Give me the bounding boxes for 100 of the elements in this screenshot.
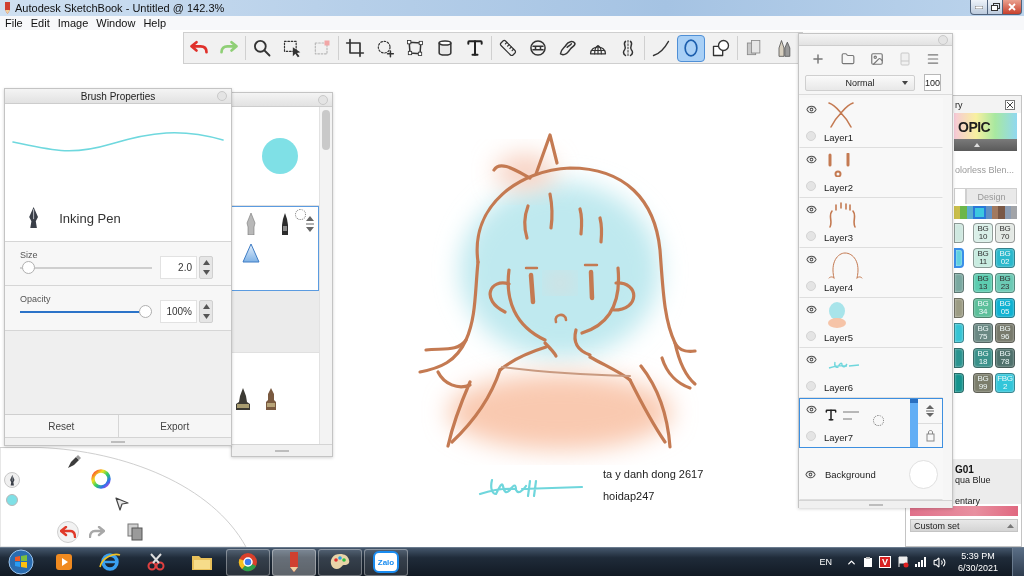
color-wheel-icon[interactable] <box>91 469 111 489</box>
menu-item[interactable]: File <box>1 16 27 30</box>
eye-icon[interactable] <box>805 468 816 480</box>
color-swatch[interactable]: BG 13 <box>973 273 993 293</box>
volume-icon[interactable] <box>932 555 946 569</box>
scrollbar-thumb[interactable] <box>322 110 330 150</box>
eye-icon[interactable] <box>805 254 817 265</box>
up-down-arrows-icon[interactable] <box>305 215 315 233</box>
color-swatch[interactable]: BG 70 <box>995 223 1015 243</box>
radio-circle[interactable] <box>806 181 816 191</box>
color-family-swatch[interactable] <box>992 206 999 219</box>
resize-grip[interactable] <box>868 503 883 506</box>
layers-icon[interactable] <box>127 523 143 541</box>
eye-icon[interactable] <box>805 104 817 115</box>
radio-circle[interactable] <box>806 131 816 141</box>
layer-row[interactable]: Layer2 <box>799 148 943 198</box>
redo-icon[interactable] <box>89 526 105 538</box>
blend-mode-dropdown[interactable]: Normal <box>805 74 915 91</box>
color-swatch[interactable] <box>954 273 964 293</box>
menu-item[interactable]: Image <box>53 16 93 30</box>
clock[interactable]: 5:39 PM 6/30/2021 <box>957 550 998 574</box>
brush-set-card[interactable] <box>232 353 319 444</box>
opacity-slider[interactable] <box>20 304 152 319</box>
color-family-swatch[interactable] <box>960 206 967 219</box>
down-triangle-icon[interactable] <box>202 314 210 320</box>
signal-icon[interactable] <box>914 557 927 567</box>
eye-icon[interactable] <box>805 354 817 365</box>
color-family-swatch[interactable] <box>998 206 1005 219</box>
color-family-swatch[interactable] <box>966 206 973 219</box>
layer-row[interactable]: Layer6 <box>799 348 943 398</box>
layer-tile-icon[interactable] <box>900 51 911 66</box>
down-triangle-icon[interactable] <box>202 270 210 276</box>
color-swatch[interactable]: BG 10 <box>973 223 993 243</box>
input-method-icon[interactable]: V <box>878 556 891 568</box>
slider-thumb[interactable] <box>22 260 36 274</box>
resize-grip[interactable] <box>275 449 289 452</box>
radio-circle[interactable] <box>806 331 816 341</box>
menu-item[interactable]: Window <box>92 16 140 30</box>
flag-icon[interactable] <box>896 556 909 568</box>
color-swatch[interactable]: BG 23 <box>995 273 1015 293</box>
layer-row[interactable]: Layer1 <box>799 98 943 148</box>
taskbar-button[interactable] <box>226 548 270 576</box>
color-swatch[interactable]: BG 99 <box>973 373 993 393</box>
color-swatch[interactable]: BG 18 <box>973 348 993 368</box>
pen-icon[interactable] <box>66 454 82 470</box>
brush-tip-icon[interactable] <box>235 387 251 410</box>
triangle-icon[interactable] <box>242 243 260 263</box>
color-family-swatch[interactable] <box>1010 206 1017 219</box>
lock-icon[interactable] <box>925 428 935 442</box>
color-swatch[interactable]: BG 11 <box>973 248 993 268</box>
taskbar-button[interactable]: Zalo <box>364 548 408 576</box>
menu-icon[interactable] <box>926 51 941 66</box>
opacity-field[interactable]: 100% <box>160 300 197 323</box>
layer-row[interactable]: Background <box>799 448 943 500</box>
opacity-field[interactable]: 100 <box>924 74 941 91</box>
custom-set-dropdown[interactable]: Custom set <box>910 519 1018 532</box>
clipboard-icon[interactable] <box>862 556 873 568</box>
size-slider[interactable] <box>20 260 152 275</box>
minimize-icon[interactable] <box>975 5 983 9</box>
close-button[interactable] <box>1002 0 1022 15</box>
radio-circle[interactable] <box>806 381 816 391</box>
color-swatch[interactable] <box>954 348 964 368</box>
show-desktop-button[interactable] <box>1012 548 1024 576</box>
color-swatch[interactable]: BG 96 <box>995 323 1015 343</box>
restore-icon[interactable] <box>990 3 1000 11</box>
minimize-button[interactable] <box>970 0 988 15</box>
size-field[interactable]: 2.0 <box>160 256 197 279</box>
pen-nib-icon[interactable] <box>246 213 256 235</box>
radio-circle[interactable] <box>806 431 816 441</box>
color-family-swatch[interactable] <box>1004 206 1011 219</box>
radio-circle[interactable] <box>806 231 816 241</box>
caret-icon[interactable] <box>974 143 980 147</box>
plus-icon[interactable] <box>810 51 825 66</box>
brush-tip-icon[interactable] <box>265 387 277 410</box>
up-triangle-icon[interactable] <box>202 303 210 309</box>
layer-row[interactable]: Layer5 <box>799 298 943 348</box>
image-icon[interactable] <box>870 51 885 66</box>
eye-icon[interactable] <box>805 154 817 165</box>
stepper-control[interactable] <box>199 300 213 323</box>
restore-button[interactable] <box>987 0 1003 15</box>
slider-thumb[interactable] <box>139 304 152 318</box>
color-family-swatch[interactable] <box>985 206 992 219</box>
radio-circle[interactable] <box>806 281 816 291</box>
menu-item[interactable]: Help <box>139 16 171 30</box>
language-indicator[interactable]: EN <box>819 557 832 567</box>
folder-icon[interactable] <box>840 51 855 66</box>
resize-grip[interactable] <box>111 440 125 443</box>
reset-button[interactable]: Reset <box>5 415 119 437</box>
color-swatch[interactable] <box>954 223 964 243</box>
eye-icon[interactable] <box>805 304 817 315</box>
up-down-arrows-icon[interactable] <box>925 403 935 418</box>
taskbar-button[interactable] <box>318 548 362 576</box>
color-swatch[interactable] <box>954 298 964 318</box>
color-swatch[interactable] <box>954 323 964 343</box>
eye-icon[interactable] <box>805 204 817 215</box>
background-color-swatch[interactable] <box>909 459 938 489</box>
color-swatch[interactable] <box>954 373 964 393</box>
eye-icon[interactable] <box>805 404 817 415</box>
menu-item[interactable]: Edit <box>26 16 54 30</box>
start-orb-icon[interactable] <box>8 549 34 575</box>
